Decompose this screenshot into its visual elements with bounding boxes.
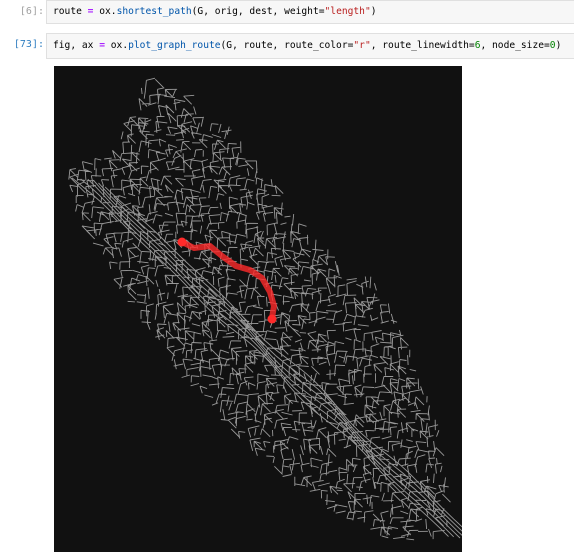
notebook: [6]: route = ox.shortest_path(G, orig, d…: [0, 0, 574, 560]
code-token: (G, route, route_color=: [220, 40, 354, 51]
route-origin-marker: [177, 237, 187, 247]
code-input[interactable]: route = ox.shortest_path(G, orig, dest, …: [46, 0, 574, 24]
code-token: ): [370, 6, 377, 17]
street-network-map: [54, 66, 462, 552]
code-token: route: [53, 6, 82, 17]
street-edge-path: [68, 77, 462, 541]
code-token: ox.: [110, 40, 129, 51]
code-string: "r": [353, 40, 371, 51]
code-function: shortest_path: [116, 6, 192, 17]
code-string: "length": [324, 6, 371, 17]
cell-prompt: [6]:: [19, 6, 44, 17]
code-token: ): [555, 40, 562, 51]
cell-output-figure: [54, 66, 462, 552]
code-token: (G, orig, dest, weight=: [191, 6, 325, 17]
route-destination-marker: [267, 314, 277, 324]
code-token: ox.: [99, 6, 117, 17]
cell-prompt: [73]:: [13, 39, 44, 50]
code-cell-6[interactable]: [6]: route = ox.shortest_path(G, orig, d…: [0, 0, 574, 24]
code-function: plot_graph_route: [128, 40, 221, 51]
code-token: , node_size=: [480, 40, 550, 51]
code-input[interactable]: fig, ax = ox.plot_graph_route(G, route, …: [46, 33, 574, 59]
code-token: , route_linewidth=: [370, 40, 475, 51]
code-operator: =: [99, 40, 105, 51]
street-edges: [68, 77, 462, 541]
code-operator: =: [87, 6, 94, 17]
code-cell-73[interactable]: [73]: fig, ax = ox.plot_graph_route(G, r…: [0, 33, 574, 59]
code-token: fig, ax: [53, 40, 94, 51]
